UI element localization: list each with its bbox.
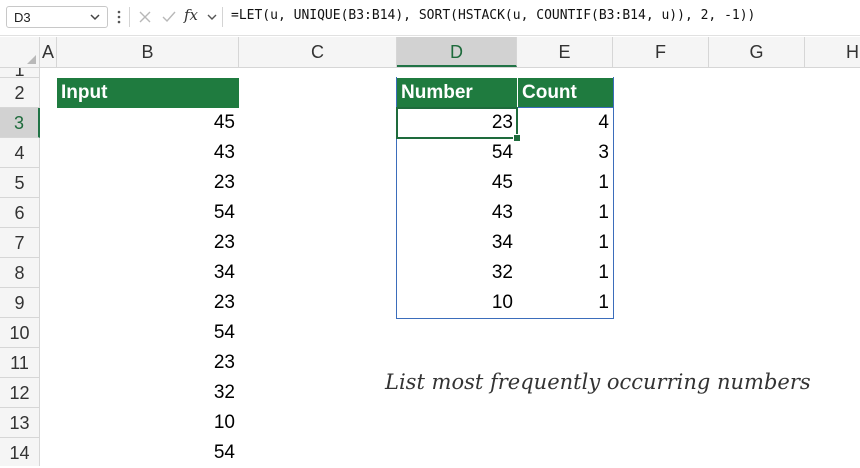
- row-header-1[interactable]: 1: [0, 68, 40, 78]
- row-header-13[interactable]: 13: [0, 408, 40, 438]
- row-header-2[interactable]: 2: [0, 78, 40, 108]
- chevron-down-icon[interactable]: [88, 9, 102, 25]
- input-cell[interactable]: 45: [57, 108, 239, 138]
- divider: [222, 7, 223, 27]
- count-cell[interactable]: 4: [517, 108, 613, 138]
- row-header-9[interactable]: 9: [0, 288, 40, 318]
- row-header-7[interactable]: 7: [0, 228, 40, 258]
- input-cell[interactable]: 32: [57, 378, 239, 408]
- input-cell[interactable]: 10: [57, 408, 239, 438]
- column-header-g[interactable]: G: [709, 37, 805, 67]
- more-options-icon[interactable]: [116, 8, 122, 26]
- cancel-icon[interactable]: [136, 8, 154, 26]
- number-cell[interactable]: 32: [397, 258, 517, 288]
- input-cell[interactable]: 23: [57, 228, 239, 258]
- formula-input[interactable]: =LET(u, UNIQUE(B3:B14), SORT(HSTACK(u, C…: [231, 8, 852, 23]
- column-header-d[interactable]: D: [397, 37, 517, 67]
- count-cell[interactable]: 1: [517, 258, 613, 288]
- row-header-11[interactable]: 11: [0, 348, 40, 378]
- chevron-down-icon[interactable]: [203, 8, 221, 26]
- column-header-e[interactable]: E: [517, 37, 613, 67]
- annotation-note: List most frequently occurring numbers: [385, 370, 811, 394]
- active-cell-d3[interactable]: [396, 107, 518, 139]
- count-header-cell[interactable]: Count: [518, 78, 613, 108]
- number-cell[interactable]: 45: [397, 168, 517, 198]
- name-box[interactable]: D3: [6, 6, 108, 28]
- input-cell[interactable]: 23: [57, 168, 239, 198]
- number-cell[interactable]: 10: [397, 288, 517, 318]
- row-header-3[interactable]: 3: [0, 108, 40, 138]
- column-header-a[interactable]: A: [40, 37, 57, 67]
- input-cell[interactable]: 23: [57, 288, 239, 318]
- row-header-10[interactable]: 10: [0, 318, 40, 348]
- column-header-f[interactable]: F: [613, 37, 709, 67]
- number-cell[interactable]: 54: [397, 138, 517, 168]
- input-cell[interactable]: 34: [57, 258, 239, 288]
- number-cell[interactable]: 34: [397, 228, 517, 258]
- count-cell[interactable]: 1: [517, 288, 613, 318]
- count-cell[interactable]: 1: [517, 228, 613, 258]
- name-box-value: D3: [14, 10, 31, 25]
- count-cell[interactable]: 1: [517, 168, 613, 198]
- input-cell[interactable]: 23: [57, 348, 239, 378]
- input-cell[interactable]: 54: [57, 438, 239, 466]
- count-cell[interactable]: 1: [517, 198, 613, 228]
- column-headers: A B C D E F G H: [0, 37, 860, 68]
- divider: [129, 7, 130, 27]
- formula-bar: D3 fx =LET(u, UNIQUE(B3:B14), SORT(HSTAC…: [0, 0, 860, 36]
- column-header-c[interactable]: C: [239, 37, 397, 67]
- input-cell[interactable]: 54: [57, 198, 239, 228]
- insert-function-icon[interactable]: fx: [184, 6, 198, 24]
- count-cell[interactable]: 3: [517, 138, 613, 168]
- row-header-8[interactable]: 8: [0, 258, 40, 288]
- select-all-icon: [27, 55, 36, 64]
- number-cell[interactable]: 43: [397, 198, 517, 228]
- column-header-b[interactable]: B: [57, 37, 239, 67]
- input-header-cell[interactable]: Input: [57, 78, 239, 108]
- check-icon[interactable]: [160, 8, 178, 26]
- number-header-cell[interactable]: Number: [397, 78, 517, 108]
- row-header-14[interactable]: 14: [0, 438, 40, 466]
- select-all-button[interactable]: [0, 37, 40, 67]
- row-header-4[interactable]: 4: [0, 138, 40, 168]
- fill-handle[interactable]: [513, 134, 521, 142]
- input-cell[interactable]: 54: [57, 318, 239, 348]
- input-cell[interactable]: 43: [57, 138, 239, 168]
- column-header-h[interactable]: H: [805, 37, 860, 67]
- row-header-12[interactable]: 12: [0, 378, 40, 408]
- row-header-6[interactable]: 6: [0, 198, 40, 228]
- row-header-5[interactable]: 5: [0, 168, 40, 198]
